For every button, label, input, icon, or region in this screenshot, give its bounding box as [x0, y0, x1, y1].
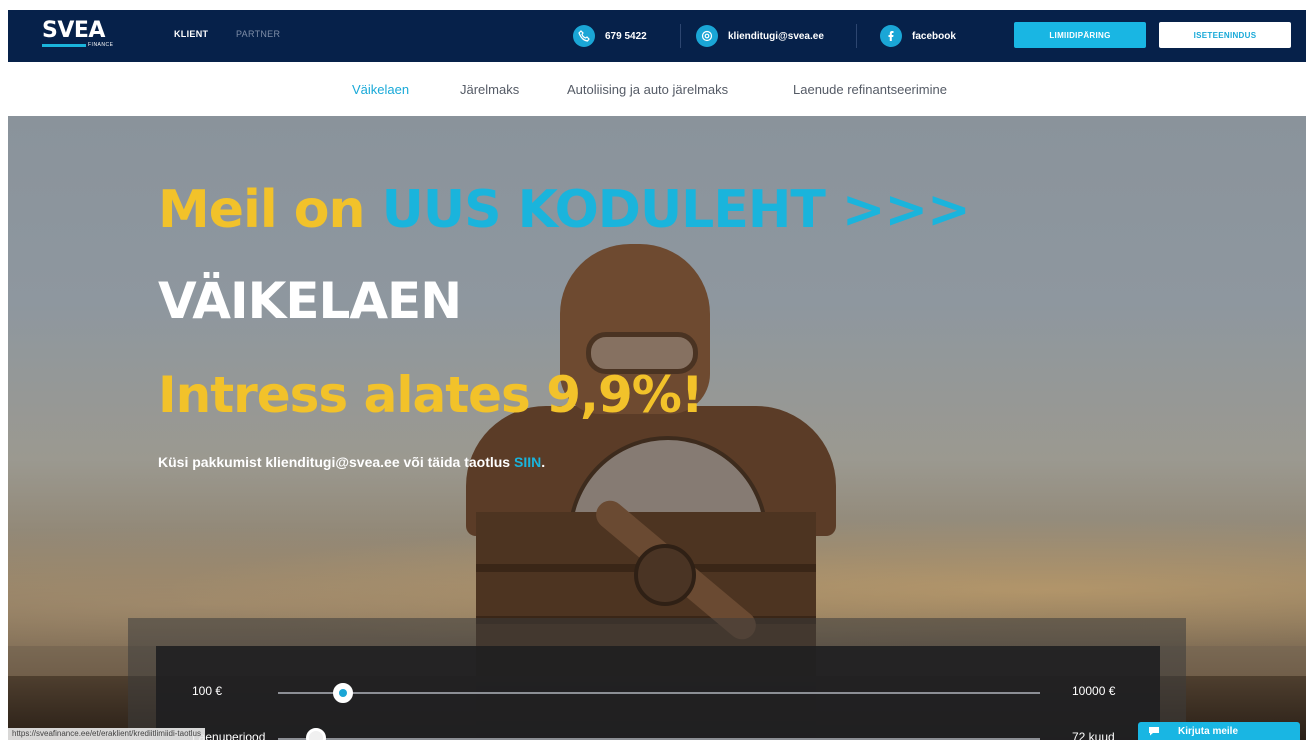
hero-product-title: VÄIKELAEN	[158, 272, 462, 330]
amount-slider-handle[interactable]	[332, 683, 353, 703]
browser-status-url: https://sveafinance.ee/et/eraklient/kred…	[8, 728, 205, 740]
contact-divider	[856, 24, 857, 48]
logo-underline	[42, 44, 86, 47]
amount-slider-track[interactable]	[278, 692, 1040, 694]
contact-divider	[680, 24, 681, 48]
amount-min-label: 100 €	[192, 684, 223, 698]
apply-here-link[interactable]: SIIN	[514, 454, 541, 470]
hero-subtext-end: .	[541, 454, 546, 470]
chat-bubble-icon	[1149, 727, 1159, 736]
facebook-link-label: facebook	[912, 30, 956, 42]
contact-email[interactable]: klienditugi@svea.ee	[696, 24, 824, 48]
tab-refinantseerimine[interactable]: Laenude refinantseerimine	[793, 82, 947, 97]
hero-interest-rate: Intress alates 9,9%!	[158, 366, 704, 424]
hero-headline-new-site: Meil on UUS KODULEHT >>>	[158, 180, 971, 240]
email-icon	[696, 25, 718, 47]
chat-button[interactable]: Kirjuta meile	[1138, 722, 1300, 740]
facebook-icon	[880, 25, 902, 47]
svea-logo[interactable]: SVEA FINANCE	[42, 18, 113, 48]
new-website-link[interactable]: UUS KODULEHT >>>	[382, 180, 971, 240]
tab-jarelmaks[interactable]: Järelmaks	[460, 82, 519, 97]
tab-autoliising[interactable]: Autoliising ja auto järelmaks	[567, 82, 728, 97]
hero-banner: Meil on UUS KODULEHT >>> VÄIKELAEN Intre…	[8, 116, 1306, 740]
self-service-button[interactable]: ISETEENINDUS	[1159, 22, 1291, 48]
logo-text: SVEA	[42, 18, 105, 43]
contact-phone[interactable]: 679 5422	[573, 24, 647, 48]
contact-facebook[interactable]: facebook	[880, 24, 956, 48]
amount-max-label: 10000 €	[1072, 684, 1116, 698]
logo-subtext: FINANCE	[88, 42, 114, 48]
nav-klient[interactable]: KLIENT	[174, 29, 208, 39]
phone-number: 679 5422	[605, 30, 647, 42]
product-nav: Väikelaen Järelmaks Autoliising ja auto …	[8, 62, 1306, 116]
hero-photo-propeller-hub	[634, 544, 696, 606]
hero-headline-prefix: Meil on	[158, 180, 366, 240]
hero-subtext: Küsi pakkumist klienditugi@svea.ee või t…	[158, 454, 545, 470]
slider-handle-dot	[338, 689, 347, 697]
chat-button-label: Kirjuta meile	[1178, 725, 1239, 737]
period-max-label: 72 kuud	[1072, 730, 1115, 740]
limit-request-button[interactable]: LIMIIDIPÄRING	[1014, 22, 1146, 48]
page-frame: SVEA FINANCE KLIENT PARTNER 679 5422 kli…	[8, 10, 1306, 740]
top-bar: SVEA FINANCE KLIENT PARTNER 679 5422 kli…	[8, 10, 1306, 62]
hero-subtext-body: Küsi pakkumist klienditugi@svea.ee või t…	[158, 454, 511, 470]
nav-partner[interactable]: PARTNER	[236, 29, 280, 39]
tab-vaikelaen[interactable]: Väikelaen	[352, 82, 409, 97]
phone-icon	[573, 25, 595, 47]
email-address: klienditugi@svea.ee	[728, 30, 824, 42]
